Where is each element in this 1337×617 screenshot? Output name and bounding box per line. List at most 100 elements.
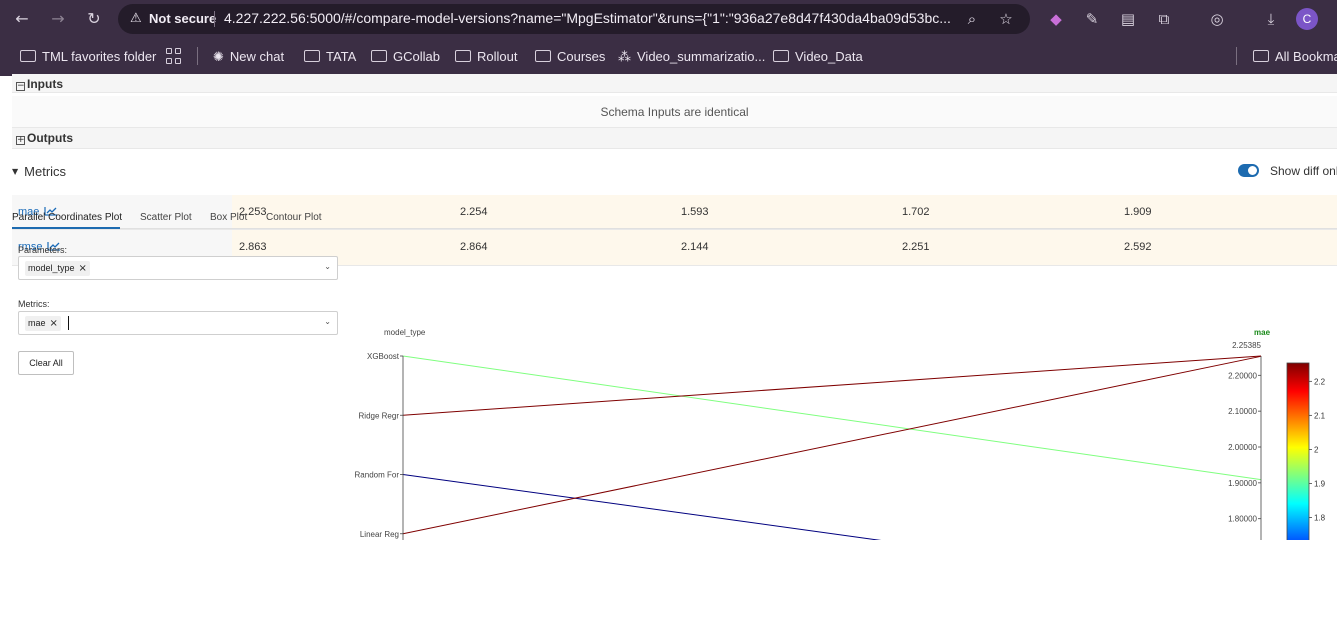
colorbar-tick-label: 2.2 xyxy=(1314,377,1326,386)
apps-grid-icon[interactable] xyxy=(166,48,182,64)
axis-title-mae[interactable]: mae xyxy=(1254,328,1271,337)
url-text[interactable]: 4.227.222.56:5000/#/compare-model-versio… xyxy=(224,10,956,26)
bookmark-star-icon[interactable]: ☆ xyxy=(996,9,1016,29)
extensions-puzzle-icon[interactable]: ⧉ xyxy=(1154,9,1174,29)
bookmark-video-data[interactable]: Video_Data xyxy=(773,48,863,66)
metrics-select-label: Metrics: xyxy=(18,299,50,309)
bookmark-divider xyxy=(197,47,198,65)
colorbar-gradient xyxy=(1286,362,1310,540)
not-secure-label[interactable]: Not secure xyxy=(149,11,216,26)
chip-label: mae xyxy=(28,318,46,328)
tick-label: XGBoost xyxy=(367,352,400,361)
colorbar-tick-label: 2 xyxy=(1314,445,1319,454)
address-bar[interactable]: ⚠ Not secure 4.227.222.56:5000/#/compare… xyxy=(118,4,1030,34)
folder-icon xyxy=(371,50,387,62)
series-line-linear-reg xyxy=(402,355,1262,535)
hierarchy-icon: ⁂ xyxy=(618,50,631,65)
all-bookmarks[interactable]: All Bookma xyxy=(1253,48,1337,66)
bookmark-tata[interactable]: TATA xyxy=(304,48,356,66)
metrics-select[interactable]: mae × ⌄ xyxy=(18,311,338,335)
tick-label: Random For xyxy=(355,471,400,480)
axis-title-model-type[interactable]: model_type xyxy=(384,328,426,337)
plot-lines xyxy=(402,355,1262,540)
bookmark-label: TATA xyxy=(326,49,357,64)
toggle-knob xyxy=(1248,166,1257,175)
bookmark-tml-favorites[interactable]: TML favorites folder xyxy=(20,48,156,66)
bookmark-label: New chat xyxy=(229,49,285,64)
parameters-label: Parameters: xyxy=(18,245,68,255)
show-diff-toggle[interactable] xyxy=(1238,164,1259,177)
tab-parallel-coordinates[interactable]: Parallel Coordinates Plot xyxy=(12,212,122,223)
bookmark-video-summarization[interactable]: ⁂ Video_summarizatio... xyxy=(618,48,765,66)
profile-avatar[interactable]: C xyxy=(1296,8,1318,30)
tab-contour-plot[interactable]: Contour Plot xyxy=(266,212,322,223)
parameter-chip: model_type × xyxy=(25,261,90,276)
expand-icon[interactable]: + xyxy=(16,136,25,145)
bookmark-label: Video_Data xyxy=(795,49,863,64)
folder-icon xyxy=(773,50,789,62)
inputs-section-header[interactable]: − Inputs xyxy=(12,74,1337,93)
colorbar-tick-label: 1.8 xyxy=(1314,513,1326,522)
range-max-label: 2.25385 xyxy=(1232,341,1261,350)
tick-label: Ridge Regr xyxy=(359,411,400,420)
tick-label: 2.10000 xyxy=(1228,407,1257,416)
folder-icon xyxy=(1253,50,1269,62)
outputs-section-header[interactable]: + Outputs xyxy=(12,128,1337,149)
active-tab-indicator xyxy=(12,227,120,229)
colorbar: 2.22.121.91.81.71.6 xyxy=(1286,362,1326,540)
clear-all-button[interactable]: Clear All xyxy=(18,351,74,375)
tab-box-plot[interactable]: Box Plot xyxy=(210,212,247,223)
download-icon[interactable]: ⤓ xyxy=(1261,9,1281,29)
zoom-search-icon[interactable]: ⌕ xyxy=(962,9,982,29)
chatgpt-icon: ✺ xyxy=(213,50,224,65)
collapse-icon[interactable]: − xyxy=(16,82,25,91)
warning-triangle-icon: ⚠ xyxy=(130,11,142,26)
metrics-label: Metrics xyxy=(24,164,67,179)
colorbar-tick-label: 1.9 xyxy=(1314,479,1326,488)
remove-chip-icon[interactable]: × xyxy=(50,318,58,329)
folder-icon xyxy=(304,50,320,62)
tick-label: Linear Reg xyxy=(360,530,399,539)
folder-icon xyxy=(535,50,551,62)
folder-icon xyxy=(20,50,36,62)
bookmark-rollout[interactable]: Rollout xyxy=(455,48,517,66)
tick-label: 1.90000 xyxy=(1228,479,1257,488)
metrics-section-header[interactable]: ▼ Metrics xyxy=(12,164,66,179)
chevron-down-icon[interactable]: ⌄ xyxy=(324,262,331,271)
screenshot-icon[interactable]: ◎ xyxy=(1207,9,1227,29)
bookmark-gcollab[interactable]: GCollab xyxy=(371,48,440,66)
bookmark-courses[interactable]: Courses xyxy=(535,48,605,66)
plot-axes: model_type mae XGBoost Ridge Regr Random For… xyxy=(355,328,1271,540)
eyedropper-icon[interactable]: ✎ xyxy=(1082,9,1102,29)
bookmark-label: All Bookma xyxy=(1275,49,1337,64)
inputs-label: Inputs xyxy=(27,77,63,91)
outputs-label: Outputs xyxy=(27,131,73,145)
bookmark-label: Courses xyxy=(557,49,606,64)
chip-label: model_type xyxy=(28,263,75,273)
tick-label: 2.20000 xyxy=(1228,371,1257,380)
show-diff-label: Show diff only xyxy=(1270,164,1337,178)
bookmark-divider xyxy=(1236,47,1237,65)
forward-arrow-icon[interactable]: → xyxy=(46,8,70,30)
tab-scatter-plot[interactable]: Scatter Plot xyxy=(140,212,192,223)
back-arrow-icon[interactable]: ← xyxy=(10,8,34,30)
schema-inputs-message: Schema Inputs are identical xyxy=(12,96,1337,128)
reload-icon[interactable]: ↻ xyxy=(82,8,106,30)
metric-chip: mae × xyxy=(25,316,61,331)
tick-label: 1.80000 xyxy=(1228,515,1257,524)
bookmark-label: Rollout xyxy=(477,49,518,64)
bookmark-label: GCollab xyxy=(393,49,440,64)
text-cursor xyxy=(68,316,69,330)
extension-copilot-icon[interactable]: ◆ xyxy=(1046,9,1066,29)
tab-search-icon[interactable]: ▤ xyxy=(1118,9,1138,29)
series-line-ridge-regr xyxy=(402,355,1262,416)
bookmark-label: Video_summarizatio... xyxy=(637,49,766,64)
caret-down-icon[interactable]: ▼ xyxy=(12,167,18,176)
browser-toolbar: ← → ↻ ⚠ Not secure 4.227.222.56:5000/#/c… xyxy=(0,0,1337,38)
omnibox-divider xyxy=(214,11,215,27)
bookmark-new-chat[interactable]: ✺ New chat xyxy=(213,48,284,66)
chevron-down-icon[interactable]: ⌄ xyxy=(324,317,331,326)
parameters-select[interactable]: model_type × ⌄ xyxy=(18,256,338,280)
remove-chip-icon[interactable]: × xyxy=(79,263,87,274)
series-line-xgboost xyxy=(402,355,1262,481)
